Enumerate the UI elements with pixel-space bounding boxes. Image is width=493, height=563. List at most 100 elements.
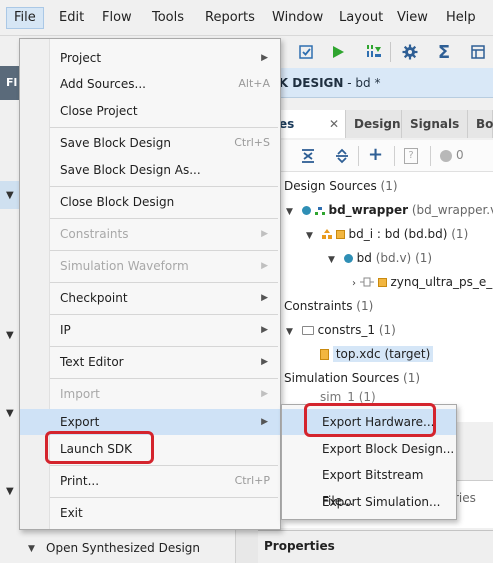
menu-item-project[interactable]: Project ▶ — [20, 45, 280, 71]
chevron-down-icon[interactable]: ▼ — [286, 321, 298, 343]
tree-zynq[interactable]: › zynq_ultra_ps_e_ — [352, 271, 492, 293]
submenu-arrow-icon: ▶ — [261, 293, 268, 303]
menu-item-export-simulation[interactable]: Export Simulation... — [282, 489, 456, 515]
menu-separator — [50, 346, 278, 347]
properties-panel-header: Properties — [258, 530, 493, 563]
menu-flow[interactable]: Flow — [95, 7, 139, 29]
hierarchy-icon — [314, 200, 325, 215]
tree-simulation-sources[interactable]: Simulation Sources (1) — [284, 367, 420, 389]
menu-item-export-bitstream[interactable]: Export Bitstream File... — [282, 462, 456, 508]
sources-toolbar: + ? 0 — [258, 140, 493, 172]
tree-constraints[interactable]: Constraints (1) — [284, 295, 373, 317]
ip-core-icon — [359, 272, 374, 287]
expand-all-icon[interactable] — [334, 148, 350, 167]
menu-item-launch-sdk[interactable]: Launch SDK — [20, 436, 280, 462]
toolbar-separator — [394, 146, 395, 166]
chevron-down-icon[interactable]: ▼ — [6, 330, 14, 341]
menu-item-close-block-design[interactable]: Close Block Design — [20, 189, 280, 215]
xdc-file-icon — [320, 349, 329, 360]
run-icon[interactable] — [326, 40, 350, 64]
status-count: 0 — [456, 148, 464, 162]
menu-window[interactable]: Window — [265, 7, 330, 29]
chevron-down-icon[interactable]: ▼ — [328, 249, 340, 271]
menu-item-constraints[interactable]: Constraints ▶ — [20, 221, 280, 247]
ip-block-icon — [321, 224, 332, 239]
menu-edit[interactable]: Edit — [52, 7, 91, 29]
chevron-down-icon[interactable]: ▼ — [6, 190, 14, 201]
menu-separator — [50, 378, 278, 379]
folder-icon — [301, 326, 314, 335]
tree-top-xdc[interactable]: top.xdc (target) — [320, 343, 434, 365]
submenu-arrow-icon: ▶ — [261, 53, 268, 63]
chevron-right-icon[interactable]: › — [352, 278, 356, 289]
menu-tools[interactable]: Tools — [145, 7, 191, 29]
toolbar-separator — [430, 146, 431, 166]
tree-bd-i[interactable]: ▼ bd_i : bd (bd.bd) (1) — [306, 223, 468, 245]
tab-board[interactable]: Boa — [468, 110, 493, 138]
toolbar-separator — [390, 42, 391, 62]
edit-check-icon[interactable] — [294, 40, 318, 64]
menu-item-export-hardware[interactable]: Export Hardware... — [282, 409, 456, 435]
submenu-arrow-icon: ▶ — [261, 325, 268, 335]
menu-item-text-editor[interactable]: Text Editor ▶ — [20, 349, 280, 375]
menu-reports[interactable]: Reports — [198, 7, 262, 29]
tab-design[interactable]: Design — [346, 110, 402, 138]
bitstream-icon[interactable] — [362, 40, 386, 64]
menu-item-close-project[interactable]: Close Project — [20, 98, 280, 124]
ip-file-icon — [377, 278, 387, 287]
menu-item-save-block-design[interactable]: Save Block Design Ctrl+S — [20, 130, 280, 156]
chevron-down-icon[interactable]: ▼ — [6, 486, 14, 497]
menu-item-add-sources[interactable]: Add Sources... Alt+A — [20, 71, 280, 97]
menu-item-exit[interactable]: Exit — [20, 500, 280, 526]
menu-separator — [50, 465, 278, 466]
main-toolbar: Σ — [258, 38, 493, 66]
collapse-all-icon[interactable] — [300, 148, 316, 167]
menu-item-simulation-waveform[interactable]: Simulation Waveform ▶ — [20, 253, 280, 279]
menu-layout[interactable]: Layout — [332, 7, 390, 29]
tab-signals[interactable]: Signals — [402, 110, 468, 138]
submenu-arrow-icon: ▶ — [261, 229, 268, 239]
tree-constrs-1[interactable]: ▼ constrs_1 (1) — [286, 319, 396, 341]
block-design-title: CK DESIGN - bd * — [270, 76, 381, 90]
menu-help[interactable]: Help — [439, 7, 483, 29]
chevron-down-icon[interactable]: ▼ — [286, 201, 298, 223]
tree-bd[interactable]: ▼ bd (bd.v) (1) — [328, 247, 432, 269]
menu-separator — [50, 127, 278, 128]
properties-title: Properties — [264, 539, 335, 553]
menu-item-ip[interactable]: IP ▶ — [20, 317, 280, 343]
file-menu: Project ▶ Add Sources... Alt+A Close Proje… — [19, 38, 281, 530]
menu-separator — [50, 314, 278, 315]
sources-tree: Design Sources (1) ▼ bd_wrapper (bd_wrap… — [258, 172, 493, 422]
menu-separator — [50, 218, 278, 219]
settings-icon[interactable] — [398, 40, 422, 64]
menu-bar: File Edit Flow Tools Reports Window Layo… — [0, 0, 493, 36]
menu-item-export-block-design[interactable]: Export Block Design... — [282, 436, 456, 462]
chevron-down-icon[interactable]: ▼ — [306, 225, 318, 247]
toolbar-separator — [358, 146, 359, 166]
menu-item-print[interactable]: Print... Ctrl+P — [20, 468, 280, 494]
add-icon[interactable]: + — [368, 146, 383, 164]
menu-file[interactable]: File — [6, 7, 44, 29]
submenu-arrow-icon: ▶ — [261, 357, 268, 367]
menu-view[interactable]: View — [390, 7, 435, 29]
sigma-icon[interactable]: Σ — [432, 40, 456, 64]
open-synthesized-design-item[interactable]: Open Synthesized Design — [46, 541, 200, 555]
block-design-header: CK DESIGN - bd * — [258, 68, 493, 98]
menu-item-save-block-design-as[interactable]: Save Block Design As... — [20, 157, 280, 183]
menu-item-export[interactable]: Export ▶ — [20, 409, 280, 435]
export-submenu: Export Hardware... Export Block Design..… — [281, 404, 457, 520]
help-icon[interactable]: ? — [404, 148, 418, 164]
menu-separator — [50, 186, 278, 187]
tree-design-sources[interactable]: Design Sources (1) — [284, 175, 398, 197]
chevron-down-icon[interactable]: ▼ — [6, 408, 14, 419]
menu-item-import[interactable]: Import ▶ — [20, 381, 280, 407]
menu-item-checkpoint[interactable]: Checkpoint ▶ — [20, 285, 280, 311]
tab-hierarchy-partial[interactable]: ries — [454, 491, 476, 505]
module-dot-icon — [301, 206, 311, 215]
sources-tab-bar: rces ✕ Design Signals Boa — [258, 110, 493, 138]
tree-sim-1[interactable]: sim_1 (1) — [320, 391, 376, 403]
close-icon[interactable]: ✕ — [329, 110, 339, 138]
layout-icon[interactable] — [466, 40, 490, 64]
chevron-down-icon[interactable]: ▼ — [28, 544, 35, 554]
tree-bd-wrapper[interactable]: ▼ bd_wrapper (bd_wrapper.v) ( — [286, 199, 493, 221]
